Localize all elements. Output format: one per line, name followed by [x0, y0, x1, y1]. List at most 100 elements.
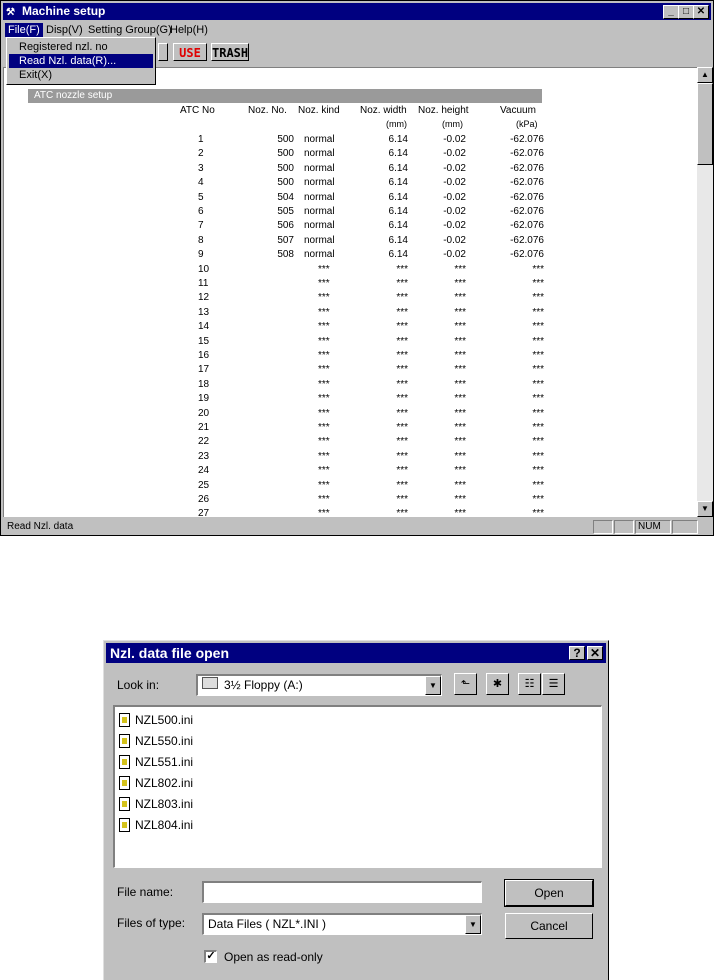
cancel-button[interactable]: Cancel	[505, 913, 593, 939]
table-row[interactable]: 1 500 normal 6.14 -0.02 -62.076	[4, 134, 604, 148]
up-one-level-icon[interactable]: ⬑	[454, 673, 477, 695]
table-row[interactable]: 27 *** *** *** ***	[4, 508, 604, 517]
menu-item-exit[interactable]: Exit(X)	[9, 68, 153, 82]
menu-item-registered-table[interactable]: Registered nzl. no table(L)...	[9, 40, 153, 67]
cell-atc-no: 9	[198, 249, 204, 261]
use-button[interactable]: USE	[173, 43, 207, 61]
vertical-scrollbar[interactable]: ▲ ▼	[697, 67, 713, 517]
cell-noz-width: 6.14	[388, 206, 408, 217]
look-in-combo[interactable]: 3½ Floppy (A:) ▼	[196, 674, 442, 696]
table-row[interactable]: 5 504 normal 6.14 -0.02 -62.076	[4, 192, 604, 206]
cell-noz-height: -0.02	[443, 249, 466, 261]
read-only-checkbox[interactable]: ✓	[204, 950, 217, 963]
trash-button[interactable]: TRASH	[211, 43, 249, 61]
scroll-up-icon[interactable]: ▲	[697, 67, 713, 83]
dialog-close-button[interactable]: ✕	[587, 646, 603, 660]
list-item[interactable]: NZL804.ini	[119, 815, 239, 835]
menu-help[interactable]: Help(H)	[167, 23, 211, 37]
table-row[interactable]: 20 *** *** *** ***	[4, 408, 604, 422]
cell-atc-no: 3	[198, 162, 204, 174]
cell-noz-height: -0.02	[443, 220, 466, 232]
files-of-type-combo[interactable]: Data Files ( NZL*.INI ) ▼	[202, 913, 482, 935]
cell-noz-kind: normal	[304, 177, 335, 189]
status-num: NUM	[635, 520, 671, 534]
file-name-input[interactable]	[202, 881, 482, 903]
cell-vacuum: ***	[532, 292, 544, 304]
list-item[interactable]: NZL802.ini	[119, 773, 239, 793]
toolbar-button-hidden[interactable]	[158, 43, 168, 61]
files-of-type-dropdown-icon[interactable]: ▼	[465, 915, 481, 934]
file-name: NZL804.ini	[135, 818, 194, 832]
cell-noz-width: ***	[396, 479, 408, 491]
list-item[interactable]: NZL550.ini	[119, 731, 239, 751]
table-row[interactable]: 11 *** *** *** ***	[4, 278, 604, 292]
cell-vacuum: ***	[532, 278, 544, 289]
table-row[interactable]: 21 *** *** *** ***	[4, 422, 604, 436]
table-row[interactable]: 19 *** *** *** ***	[4, 393, 604, 407]
list-view-icon[interactable]: ☷	[518, 673, 541, 695]
table-row[interactable]: 25 *** *** *** ***	[4, 480, 604, 494]
table-row[interactable]: 16 *** *** *** ***	[4, 350, 604, 364]
create-new-folder-icon[interactable]: ✱	[486, 673, 509, 695]
col-header-noz-kind: Noz. kind	[298, 105, 340, 116]
table-row[interactable]: 12 *** *** *** ***	[4, 292, 604, 306]
cell-noz-height: -0.02	[443, 206, 466, 217]
cell-noz-height: ***	[454, 450, 466, 462]
scroll-thumb[interactable]	[697, 83, 713, 165]
scroll-down-icon[interactable]: ▼	[697, 501, 713, 517]
table-row[interactable]: 6 505 normal 6.14 -0.02 -62.076	[4, 206, 604, 220]
menu-disp[interactable]: Disp(V)	[43, 23, 86, 37]
cell-noz-kind: ***	[318, 465, 330, 477]
close-button[interactable]: ✕	[693, 5, 709, 19]
read-only-label: Open as read-only	[224, 950, 323, 964]
table-row[interactable]: 14 *** *** *** ***	[4, 321, 604, 335]
details-view-icon[interactable]: ☰	[542, 673, 565, 695]
col-header-noz-no: Noz. No.	[248, 105, 287, 116]
cell-noz-width: ***	[396, 335, 408, 347]
cell-vacuum: ***	[532, 450, 544, 462]
table-row[interactable]: 26 *** *** *** ***	[4, 494, 604, 508]
cell-atc-no: 11	[198, 278, 209, 289]
menu-item-read-nzl-data[interactable]: Read Nzl. data(R)...	[9, 54, 153, 68]
table-row[interactable]: 8 507 normal 6.14 -0.02 -62.076	[4, 235, 604, 249]
table-row[interactable]: 9 508 normal 6.14 -0.02 -62.076	[4, 249, 604, 263]
cell-noz-height: ***	[454, 378, 466, 390]
cell-atc-no: 8	[198, 234, 204, 246]
cell-vacuum: ***	[532, 407, 544, 419]
cell-atc-no: 18	[198, 378, 210, 390]
table-row[interactable]: 24 *** *** *** ***	[4, 465, 604, 479]
help-button[interactable]: ?	[569, 646, 585, 660]
cell-noz-width: ***	[396, 306, 408, 318]
table-row[interactable]: 23 *** *** *** ***	[4, 451, 604, 465]
cell-noz-no: 508	[277, 249, 294, 261]
unit-vacuum: (kPa)	[516, 119, 538, 129]
cell-atc-no: 24	[198, 465, 210, 477]
table-row[interactable]: 4 500 normal 6.14 -0.02 -62.076	[4, 177, 604, 191]
cell-atc-no: 13	[198, 306, 210, 318]
look-in-dropdown-icon[interactable]: ▼	[425, 676, 441, 695]
table-row[interactable]: 2 500 normal 6.14 -0.02 -62.076	[4, 148, 604, 162]
table-row[interactable]: 15 *** *** *** ***	[4, 336, 604, 350]
table-row[interactable]: 7 506 normal 6.14 -0.02 -62.076	[4, 220, 604, 234]
list-item[interactable]: NZL551.ini	[119, 752, 239, 772]
cell-noz-width: 6.14	[388, 148, 408, 160]
minimize-button[interactable]: _	[663, 5, 679, 19]
menu-setting-group[interactable]: Setting Group(G)	[85, 23, 175, 37]
open-button[interactable]: Open	[504, 879, 594, 907]
table-row[interactable]: 13 *** *** *** ***	[4, 307, 604, 321]
file-open-dialog: Nzl. data file open ? ✕ Look in: 3½ Flop…	[103, 640, 609, 980]
list-item[interactable]: NZL500.ini	[119, 710, 239, 730]
cell-noz-no: 500	[277, 162, 294, 174]
list-item[interactable]: NZL803.ini	[119, 794, 239, 814]
cell-vacuum: ***	[532, 422, 544, 433]
table-row[interactable]: 17 *** *** *** ***	[4, 364, 604, 378]
cell-noz-kind: normal	[304, 148, 335, 160]
table-row[interactable]: 3 500 normal 6.14 -0.02 -62.076	[4, 163, 604, 177]
table-row[interactable]: 22 *** *** *** ***	[4, 436, 604, 450]
menu-file[interactable]: File(F)	[5, 23, 43, 37]
table-row[interactable]: 18 *** *** *** ***	[4, 379, 604, 393]
maximize-button[interactable]: □	[678, 5, 694, 19]
nozzle-table-area: ATC nozzle setup ATC No Noz. No. Noz. ki…	[3, 67, 699, 517]
cell-noz-height: -0.02	[443, 148, 466, 160]
table-row[interactable]: 10 *** *** *** ***	[4, 264, 604, 278]
